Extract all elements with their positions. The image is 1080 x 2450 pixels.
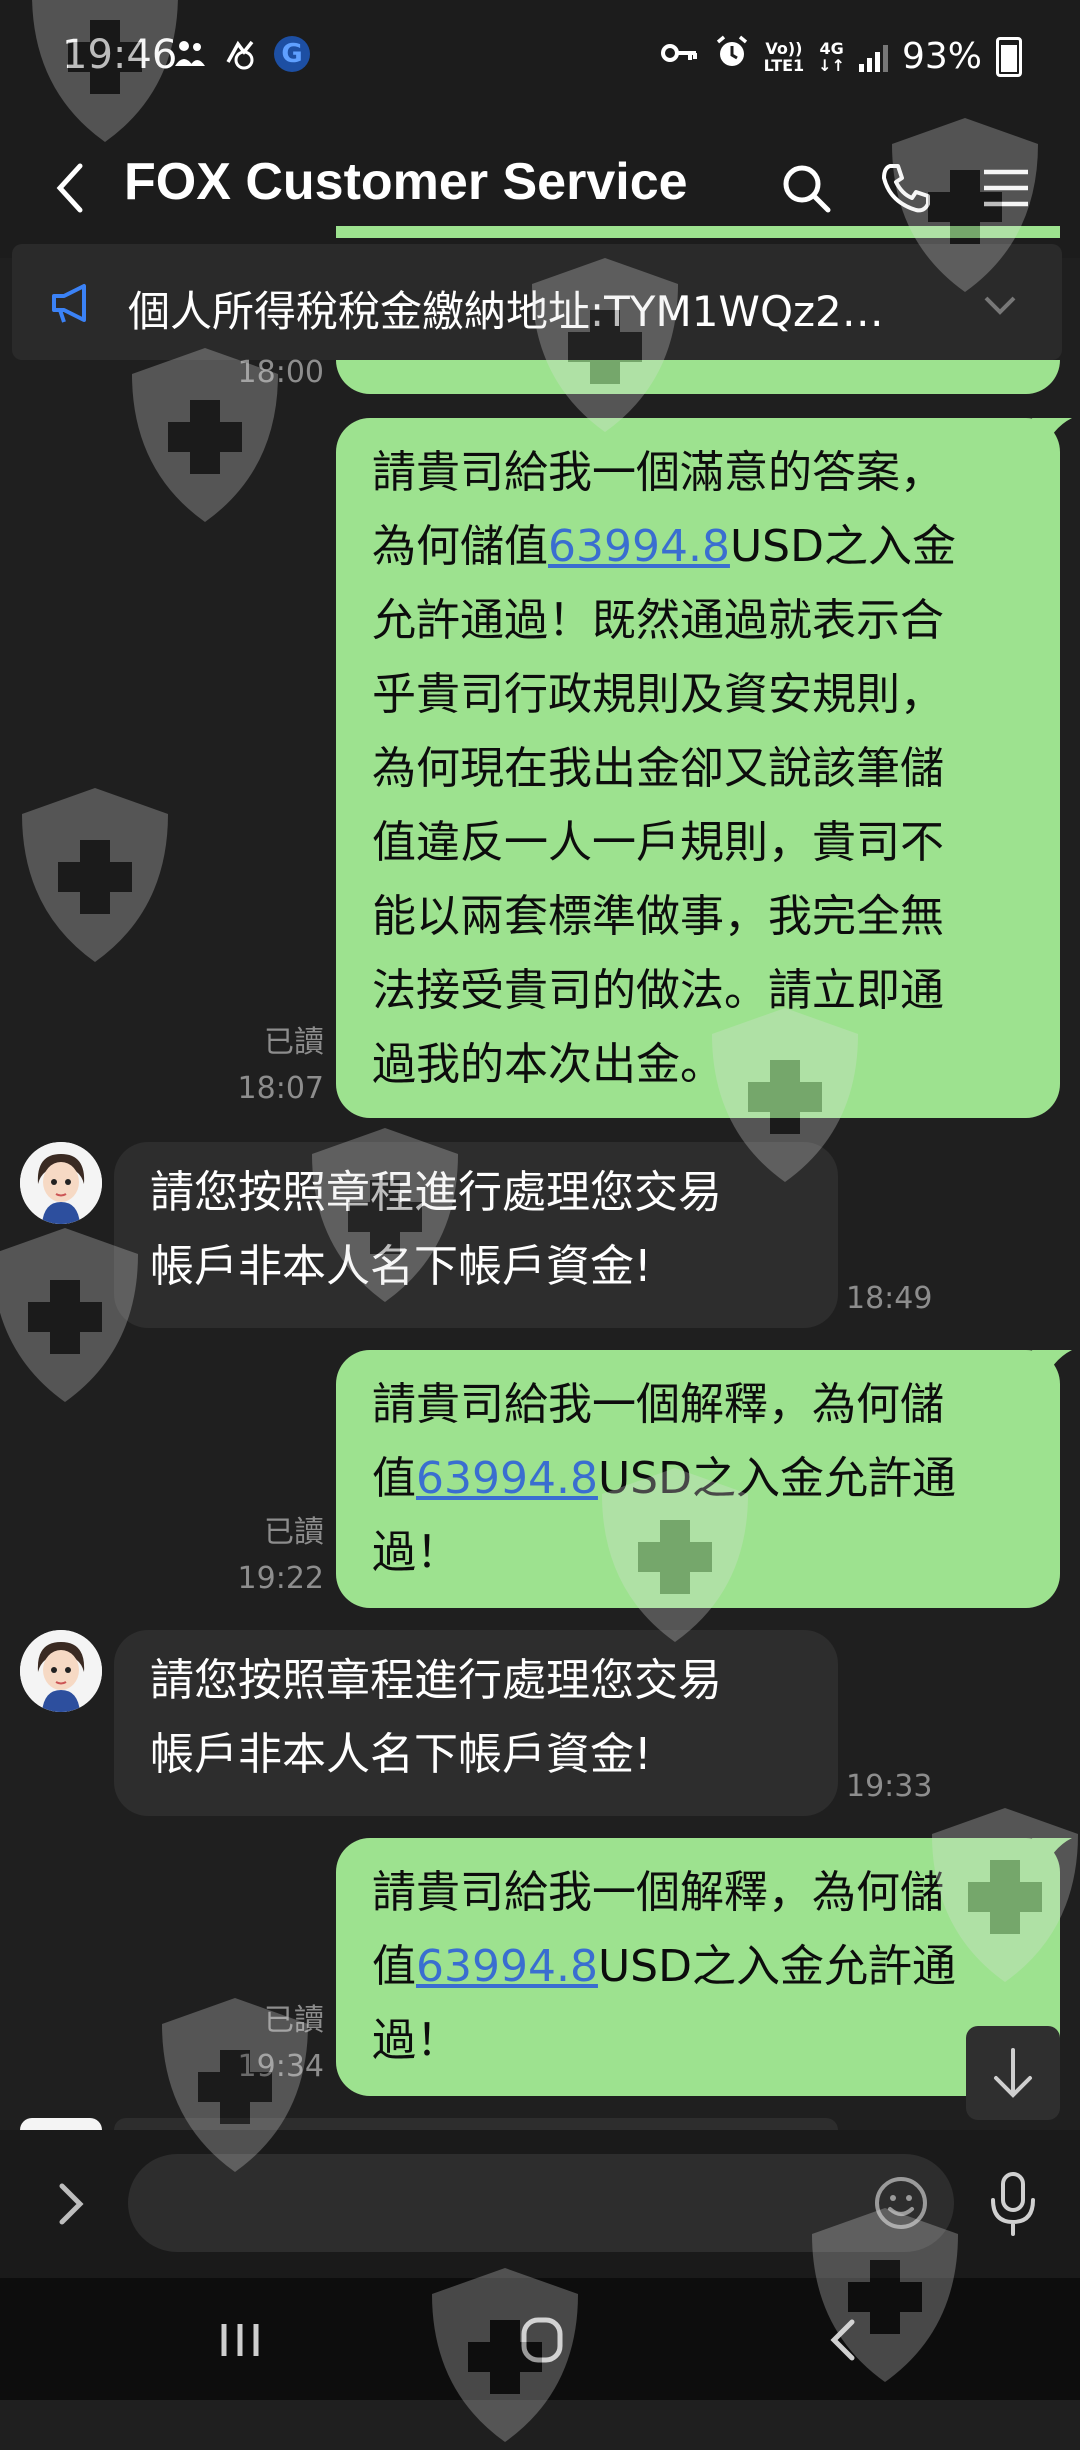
previous-message-edge xyxy=(336,226,1060,238)
battery-level: 93% xyxy=(901,36,982,77)
message-line: 值63994.8USD之入金允許通 xyxy=(372,1941,956,1992)
previous-message-time: 18:00 xyxy=(237,355,324,390)
chevron-down-icon[interactable] xyxy=(976,280,1024,328)
scroll-to-bottom-button[interactable] xyxy=(966,2026,1060,2120)
amount-link[interactable]: 63994.8 xyxy=(416,1453,598,1504)
message-line: 乎貴司行政規則及資安規則， xyxy=(372,669,944,720)
avatar[interactable] xyxy=(20,2118,102,2130)
message-time: 19:33 xyxy=(846,1769,933,1804)
message-line: 法接受貴司的做法。請立即通 xyxy=(372,965,944,1016)
volte-indicator: Vo)) LTE1 xyxy=(763,38,805,75)
message-time: 19:22 xyxy=(237,1561,324,1596)
message-line: 請貴司給我一個滿意的答案， xyxy=(372,447,944,498)
signal-strength-icon xyxy=(858,42,888,72)
outgoing-message[interactable]: 請貴司給我一個解釋，為何儲 值63994.8USD之入金允許通 過！ xyxy=(336,1838,1072,2096)
message-time: 18:49 xyxy=(846,1281,933,1316)
battery-icon xyxy=(996,36,1022,77)
message-line: 能以兩套標準做事，我完全無 xyxy=(372,891,944,942)
read-receipt: 已讀 xyxy=(264,2003,324,2038)
outgoing-message[interactable]: 請貴司給我一個滿意的答案， 為何儲值63994.8USD之入金 允許通過！既然通… xyxy=(336,418,1072,1118)
message-time: 18:07 xyxy=(237,1071,324,1106)
microphone-button[interactable] xyxy=(980,2168,1046,2240)
message-line: 值違反一人一戶規則，貴司不 xyxy=(372,817,944,868)
avatar[interactable] xyxy=(20,1630,102,1712)
message-line: 為何現在我出金卻又說該筆儲 xyxy=(372,743,944,794)
previous-message-bottom xyxy=(336,360,1060,394)
announcement-banner[interactable]: 個人所得稅稅金繳納地址:TYM1WQz2… xyxy=(12,244,1062,360)
agent-avatar-icon xyxy=(20,1630,102,1712)
amount-link[interactable]: 63994.8 xyxy=(548,521,730,572)
message-time: 19:34 xyxy=(237,2049,324,2084)
incoming-message[interactable]: 請您按照章程進行處理您交易 帳戶非本人名下帳戶資金! xyxy=(114,1142,838,1328)
app-notification-icon: G xyxy=(274,36,310,72)
menu-button[interactable] xyxy=(974,156,1038,220)
people-icon xyxy=(172,36,208,81)
avatar[interactable] xyxy=(20,1142,102,1224)
back-button[interactable] xyxy=(46,148,96,228)
incoming-message[interactable] xyxy=(114,2118,838,2130)
status-bar: 19:46 G Vo)) LTE1 4G ↓↑ 93% xyxy=(0,0,1080,118)
emoji-icon xyxy=(875,2177,927,2229)
read-receipt: 已讀 xyxy=(264,1515,324,1550)
outgoing-message[interactable]: 請貴司給我一個解釋，為何儲 值63994.8USD之入金允許通 過！ xyxy=(336,1350,1072,1608)
recents-icon xyxy=(221,2324,259,2356)
home-button[interactable] xyxy=(502,2308,582,2372)
system-navigation-bar xyxy=(0,2278,1080,2400)
recents-button[interactable] xyxy=(200,2308,280,2372)
emoji-button[interactable] xyxy=(870,2172,932,2234)
message-line: 請貴司給我一個解釋，為何儲 xyxy=(372,1867,944,1918)
message-line: 值63994.8USD之入金允許通 xyxy=(372,1453,956,1504)
bubble-tail xyxy=(1032,1350,1072,1386)
message-line: 過我的本次出金。 xyxy=(372,1039,724,1090)
microphone-icon xyxy=(991,2172,1035,2236)
incoming-message[interactable]: 請您按照章程進行處理您交易 帳戶非本人名下帳戶資金! xyxy=(114,1630,838,1816)
search-button[interactable] xyxy=(774,156,838,220)
expand-button[interactable] xyxy=(46,2174,96,2234)
message-line: 過！ xyxy=(372,1527,460,1578)
message-meta: 已讀 18:07 xyxy=(220,1020,324,1112)
message-input[interactable] xyxy=(128,2154,954,2252)
message-line: 請您按照章程進行處理您交易 xyxy=(150,1167,722,1218)
message-line: 允許通過！既然通過就表示合 xyxy=(372,595,944,646)
search-icon xyxy=(783,165,831,213)
message-meta: 已讀 19:34 xyxy=(220,1998,324,2090)
arrow-down-icon xyxy=(994,2048,1032,2098)
phone-icon xyxy=(882,164,930,213)
message-line: 為何儲值63994.8USD之入金 xyxy=(372,521,956,572)
watermark-shield-icon xyxy=(22,788,168,962)
vpn-key-icon xyxy=(660,36,700,77)
bubble-tail xyxy=(1032,418,1072,454)
chevron-right-icon xyxy=(59,2183,84,2225)
nav-back-icon xyxy=(830,2319,855,2361)
home-icon xyxy=(521,2317,563,2363)
status-time: 19:46 xyxy=(62,32,178,78)
hamburger-menu-icon xyxy=(984,169,1028,207)
amount-link[interactable]: 63994.8 xyxy=(416,1941,598,1992)
message-line: 帳戶非本人名下帳戶資金! xyxy=(150,1241,652,1292)
nav-back-button[interactable] xyxy=(804,2308,884,2372)
input-bar xyxy=(0,2130,1080,2278)
alarm-icon xyxy=(714,34,750,79)
call-button[interactable] xyxy=(874,156,938,220)
sync-icon xyxy=(222,36,260,81)
read-receipt: 已讀 xyxy=(264,1025,324,1060)
announcement-text: 個人所得稅稅金繳納地址:TYM1WQz2… xyxy=(128,287,884,336)
message-line: 請您按照章程進行處理您交易 xyxy=(150,1655,722,1706)
network-type-indicator: 4G ↓↑ xyxy=(818,38,845,75)
bubble-tail xyxy=(1032,1838,1072,1874)
chat-title: FOX Customer Service xyxy=(124,153,688,211)
status-system-icons: Vo)) LTE1 4G ↓↑ 93% xyxy=(660,34,1022,79)
megaphone-icon xyxy=(52,284,86,323)
message-line: 請貴司給我一個解釋，為何儲 xyxy=(372,1379,944,1430)
message-meta: 已讀 19:22 xyxy=(220,1510,324,1602)
message-line: 過！ xyxy=(372,2015,460,2066)
chevron-left-icon xyxy=(56,163,83,213)
agent-avatar-icon xyxy=(20,1142,102,1224)
status-notification-icons: G xyxy=(172,36,310,81)
message-line: 帳戶非本人名下帳戶資金! xyxy=(150,1729,652,1780)
